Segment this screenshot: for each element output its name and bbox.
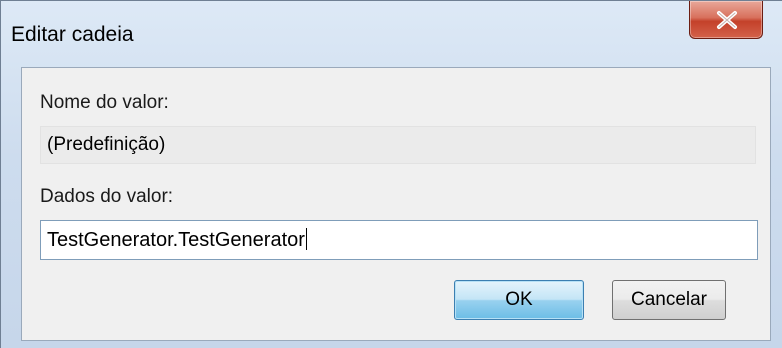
- title-bar[interactable]: Editar cadeia: [1, 1, 781, 67]
- close-icon: [717, 11, 737, 29]
- close-button[interactable]: [689, 1, 763, 39]
- ok-button[interactable]: OK: [454, 280, 584, 320]
- cancel-button[interactable]: Cancelar: [612, 280, 726, 320]
- value-data-label: Dados do valor:: [40, 186, 174, 207]
- value-data-text: TestGenerator.TestGenerator: [47, 229, 305, 251]
- text-caret: [305, 228, 307, 250]
- value-data-input[interactable]: TestGenerator.TestGenerator: [40, 220, 758, 260]
- window-title: Editar cadeia: [11, 23, 134, 46]
- dialog-content: Nome do valor: (Predefinição) Dados do v…: [21, 67, 771, 341]
- edit-string-dialog: Editar cadeia Nome do valor: (Predefiniç…: [0, 0, 782, 348]
- value-name-field: (Predefinição): [40, 126, 756, 164]
- value-name-label: Nome do valor:: [40, 92, 169, 113]
